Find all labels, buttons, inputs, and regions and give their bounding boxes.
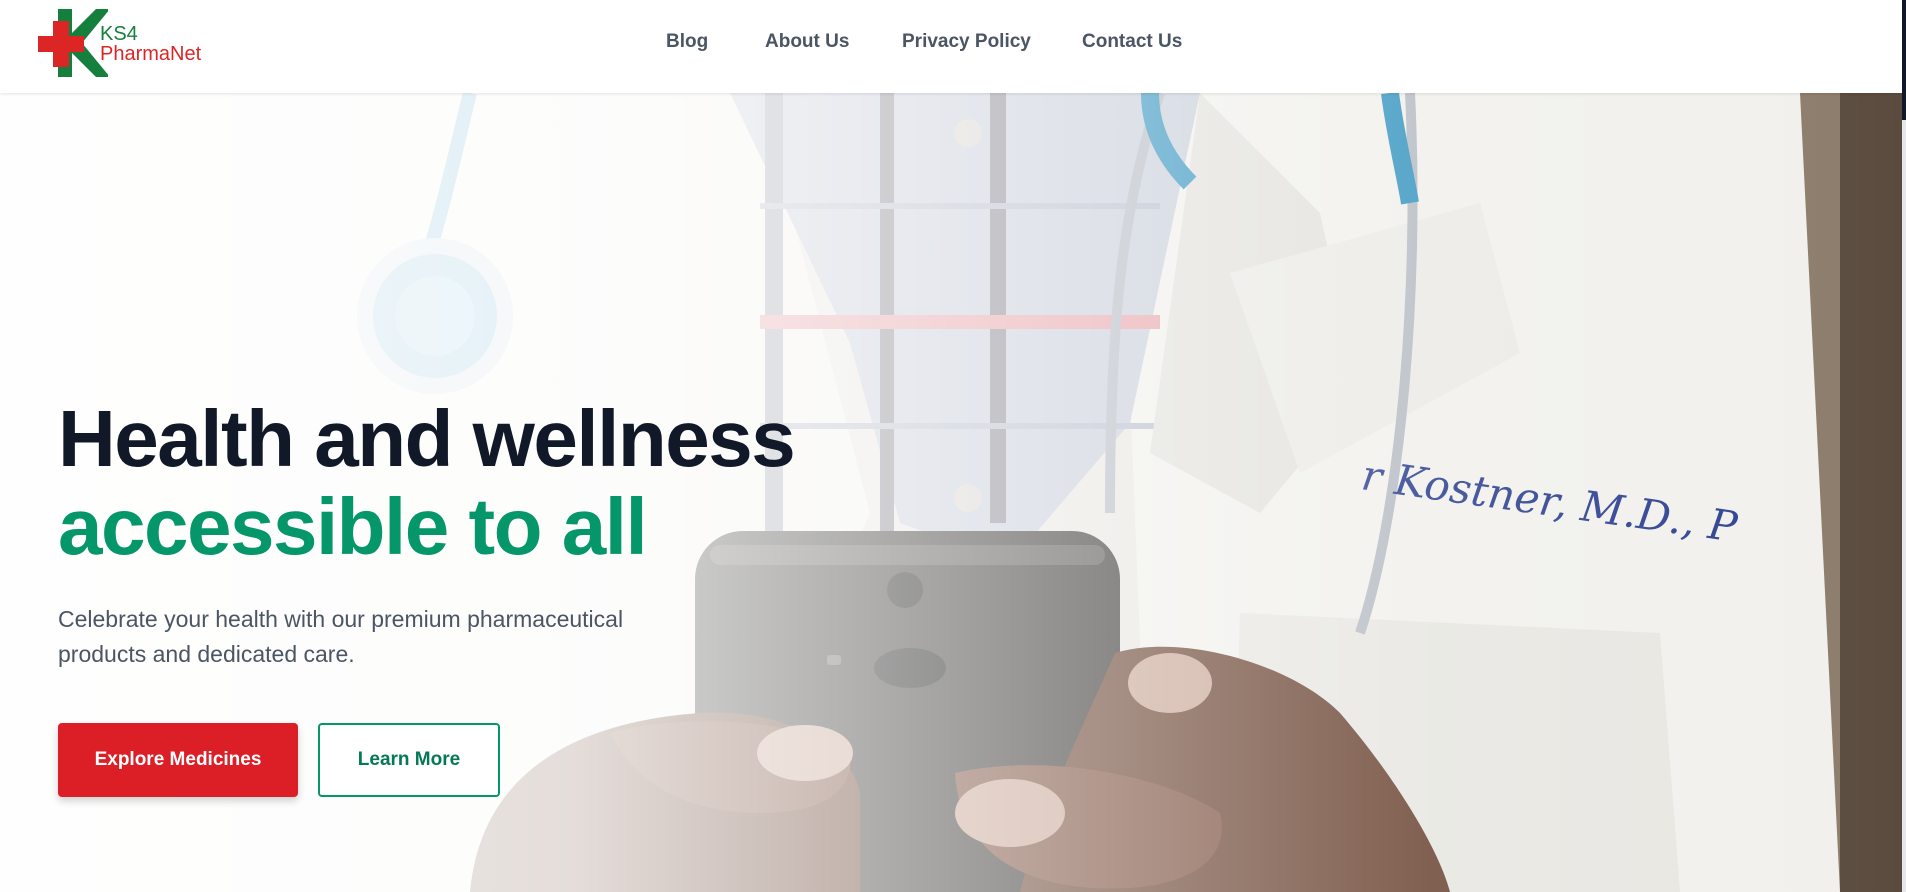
nav-about-us-link[interactable]: About Us <box>765 30 849 54</box>
explore-medicines-button[interactable]: Explore Medicines <box>58 723 298 797</box>
site-header: KS4 PharmaNet Blog About Us Privacy Poli… <box>0 0 1903 93</box>
hero-title-line1: Health and wellness <box>58 394 796 483</box>
page-scrollbar[interactable] <box>1902 0 1906 892</box>
nav-privacy-policy-link[interactable]: Privacy Policy <box>902 30 1031 54</box>
page: KS4 PharmaNet Blog About Us Privacy Poli… <box>0 0 1906 892</box>
hero-subtitle: Celebrate your health with our premium p… <box>58 606 624 667</box>
nav-blog-link[interactable]: Blog <box>666 30 708 54</box>
hero-title-line2: accessible to all <box>58 482 648 571</box>
hero-title: Health and wellness accessible to all <box>58 394 796 571</box>
learn-more-button[interactable]: Learn More <box>318 723 500 797</box>
main-nav: Blog About Us Privacy Policy Contact Us <box>0 0 1906 84</box>
nav-contact-us-link[interactable]: Contact Us <box>1082 30 1182 54</box>
scrollbar-thumb[interactable] <box>1902 0 1906 120</box>
